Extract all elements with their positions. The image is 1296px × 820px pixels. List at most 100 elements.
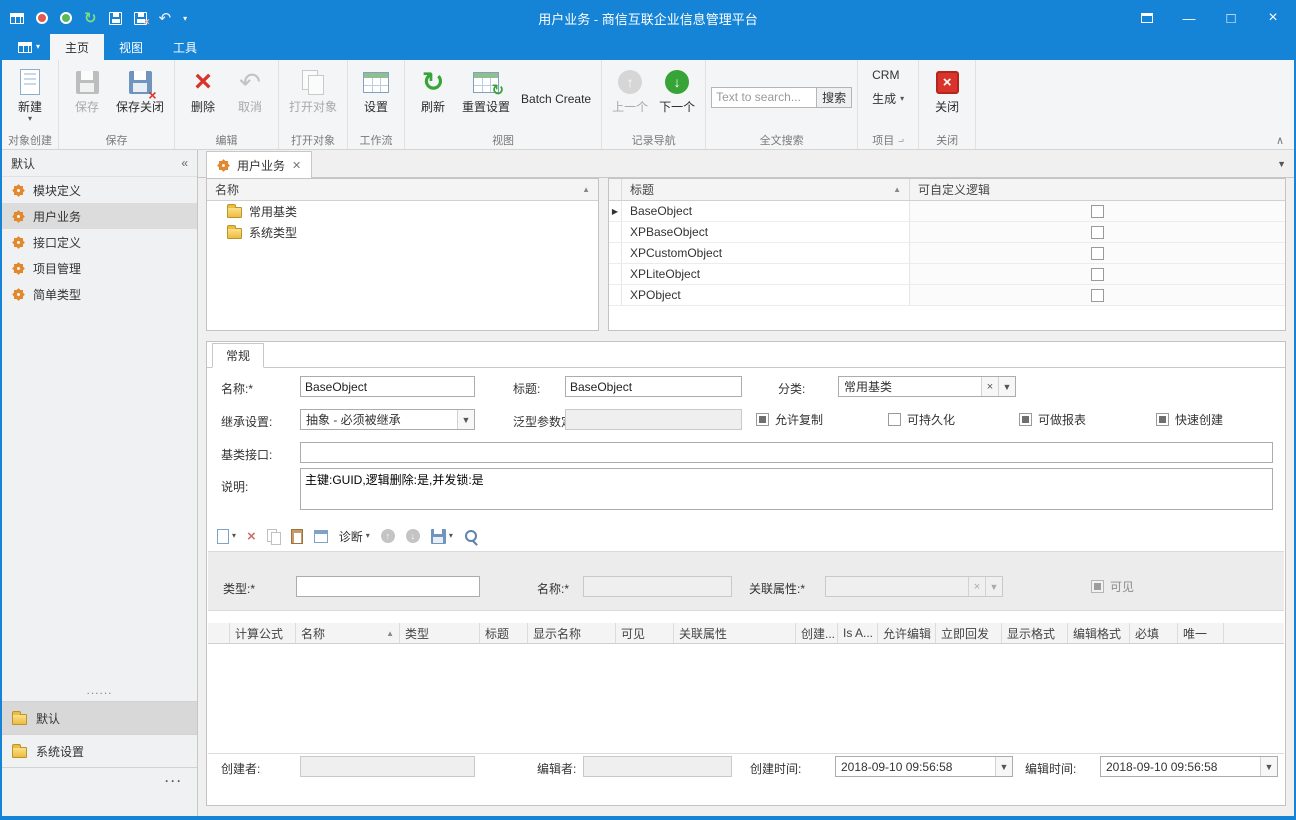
custom-logic-checkbox[interactable] (1091, 204, 1104, 218)
table-row[interactable]: ▶ BaseObject (609, 201, 1285, 222)
generate-button[interactable]: 生成 ▾ (866, 88, 910, 109)
abort-icon[interactable] (36, 9, 48, 27)
column-header-title[interactable]: 标题 ▲ (622, 179, 910, 200)
search-button[interactable]: 搜索 (817, 86, 853, 108)
type-field[interactable] (296, 576, 480, 597)
batch-create-button[interactable]: Batch Create (516, 63, 596, 131)
save-button[interactable]: 保存 (64, 63, 110, 131)
refresh-icon[interactable]: ↻ (84, 9, 97, 27)
next-record-button[interactable]: ↓ 下一个 (654, 63, 700, 131)
copy-button[interactable] (266, 528, 281, 545)
refresh-button[interactable]: ↻ 刷新 (410, 63, 456, 131)
tab-general[interactable]: 常规 (212, 343, 265, 368)
table-row[interactable]: XPLiteObject (609, 264, 1285, 285)
chevron-down-icon[interactable]: ▼ (998, 377, 1015, 396)
sidebar-item-project-management[interactable]: 项目管理 (2, 255, 197, 281)
view-settings-icon[interactable] (10, 9, 24, 27)
quick-create-checkbox[interactable]: 快速创建 (1156, 411, 1223, 428)
column-header[interactable]: 显示格式 (1002, 623, 1068, 643)
column-header[interactable]: 立即回发 (936, 623, 1002, 643)
save-close-icon[interactable]: × (133, 9, 150, 27)
minimize-button[interactable]: — (1168, 2, 1210, 34)
sidebar-overflow-button[interactable]: ··· (2, 767, 197, 794)
export-button[interactable] (313, 529, 328, 543)
created-time-combo[interactable]: 2018-09-10 09:56:58 ▼ (835, 756, 1013, 777)
settings-button[interactable]: 设置 (353, 63, 399, 131)
tree-item-system-types[interactable]: 系统类型 (207, 222, 598, 243)
sidebar-splitter[interactable]: ...... (2, 683, 197, 701)
paste-button[interactable] (290, 528, 303, 544)
table-row[interactable]: XPObject (609, 285, 1285, 306)
chevron-down-icon[interactable]: ▼ (995, 757, 1012, 776)
inherit-combo[interactable]: 抽象 - 必须被继承 ▼ (300, 409, 475, 430)
save-layout-button[interactable]: ▾ (430, 528, 453, 544)
move-down-button[interactable]: ↓ (405, 529, 420, 543)
custom-logic-checkbox[interactable] (1091, 246, 1104, 260)
name-field[interactable] (300, 376, 475, 397)
custom-logic-checkbox[interactable] (1091, 288, 1104, 302)
custom-logic-checkbox[interactable] (1091, 267, 1104, 281)
collapse-sidebar-icon[interactable]: « (181, 156, 188, 170)
column-header[interactable]: 必填 (1130, 623, 1178, 643)
column-header[interactable]: 名称 ▲ (296, 623, 400, 643)
chevron-down-icon[interactable]: ▼ (1260, 757, 1277, 776)
custom-logic-checkbox[interactable] (1091, 225, 1104, 239)
ribbon-display-button[interactable] (1126, 2, 1168, 34)
description-field[interactable]: 主键:GUID,逻辑删除:是,并发锁:是 (300, 468, 1273, 510)
column-header[interactable]: 允许编辑 (878, 623, 936, 643)
tab-list-dropdown-icon[interactable]: ▼ (1277, 159, 1286, 169)
vertical-splitter[interactable] (599, 178, 608, 331)
reportable-checkbox[interactable]: 可做报表 (1019, 411, 1086, 428)
ribbon-collapse-icon[interactable]: ∧ (1276, 134, 1284, 147)
tab-home[interactable]: 主页 (50, 34, 105, 60)
title-field[interactable] (565, 376, 742, 397)
diagnose-button[interactable]: 诊断 ▾ (339, 528, 370, 545)
persistable-checkbox[interactable]: 可持久化 (888, 411, 955, 428)
allow-copy-checkbox[interactable]: 允许复制 (756, 411, 823, 428)
delete-property-button[interactable]: × (247, 529, 256, 544)
move-up-button[interactable]: ↑ (380, 529, 395, 543)
tab-close-icon[interactable]: ✕ (292, 159, 301, 172)
table-row[interactable]: XPBaseObject (609, 222, 1285, 243)
open-object-button[interactable]: 打开对象 (284, 63, 342, 131)
column-header[interactable]: Is A... (838, 623, 878, 643)
quick-access-dropdown-icon[interactable]: ▾ (183, 9, 187, 27)
sidebar-item-module-definition[interactable]: 模块定义 (2, 177, 197, 203)
document-tab-user-business[interactable]: 用户业务 ✕ (206, 151, 313, 178)
crm-button[interactable]: CRM (866, 66, 905, 84)
close-button[interactable]: × (1252, 2, 1294, 34)
undo-icon[interactable]: ↶ (159, 9, 172, 27)
ribbon-menu-button[interactable]: ▾ (8, 34, 50, 60)
sidebar-item-user-business[interactable]: 用户业务 (2, 203, 197, 229)
run-icon[interactable] (60, 9, 72, 27)
save-close-button[interactable]: × 保存关闭 (111, 63, 169, 131)
close-view-button[interactable]: × 关闭 (924, 63, 970, 131)
maximize-button[interactable]: □ (1210, 2, 1252, 34)
column-header[interactable]: 可见 (616, 623, 674, 643)
sidebar-item-simple-types[interactable]: 简单类型 (2, 281, 197, 307)
tab-view[interactable]: 视图 (104, 34, 158, 60)
chevron-down-icon[interactable]: ▼ (457, 410, 474, 429)
clear-icon[interactable]: × (981, 377, 998, 396)
edited-time-combo[interactable]: 2018-09-10 09:56:58 ▼ (1100, 756, 1278, 777)
sidebar-item-interface-definition[interactable]: 接口定义 (2, 229, 197, 255)
base-interface-field[interactable] (300, 442, 1273, 463)
category-combo[interactable]: 常用基类 × ▼ (838, 376, 1016, 397)
cancel-button[interactable]: ↶ 取消 (227, 63, 273, 131)
preview-button[interactable] (464, 529, 479, 544)
save-icon[interactable] (108, 9, 122, 27)
previous-record-button[interactable]: ↑ 上一个 (607, 63, 653, 131)
column-header[interactable]: 编辑格式 (1068, 623, 1130, 643)
reset-settings-button[interactable]: ↻ 重置设置 (457, 63, 515, 131)
column-header[interactable]: 类型 (400, 623, 480, 643)
delete-button[interactable]: × 删除 (180, 63, 226, 131)
column-header-custom-logic[interactable]: 可自定义逻辑 (910, 179, 1285, 200)
dialog-launcher-icon[interactable]: ⌐ (898, 135, 904, 146)
search-input[interactable] (711, 86, 818, 108)
sidebar-group-system-settings[interactable]: 系统设置 (2, 734, 197, 767)
column-header[interactable]: 唯一 (1178, 623, 1224, 643)
tree-column-header-name[interactable]: 名称 ▲ (207, 179, 598, 201)
column-header[interactable]: 创建... (796, 623, 838, 643)
new-button[interactable]: 新建 ▾ (7, 63, 53, 131)
column-header[interactable]: 标题 (480, 623, 528, 643)
